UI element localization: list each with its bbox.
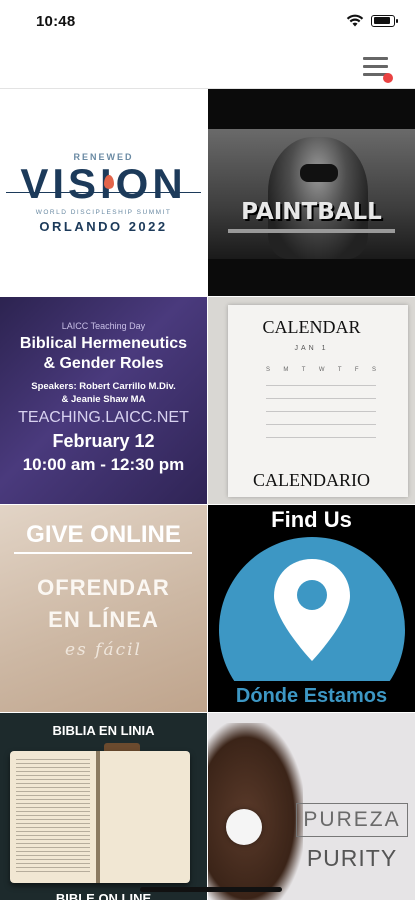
status-bar: 10:48 bbox=[0, 0, 415, 44]
laicc-date: February 12 bbox=[52, 431, 155, 451]
calendar-weekday-row: S M T W T F S bbox=[266, 367, 376, 380]
content-grid: RENEWED VISION WORLD DISCIPLESHIP SUMMIT… bbox=[0, 89, 415, 900]
find-us-label: Dónde Estamos bbox=[208, 681, 415, 712]
status-icons bbox=[346, 14, 398, 27]
app-header bbox=[0, 44, 415, 89]
paintball-title: PAINTBALL bbox=[241, 199, 382, 225]
paintball-player-image bbox=[268, 137, 368, 259]
laicc-speakers-line1: Speakers: Robert Carrillo M.Div. bbox=[31, 381, 176, 392]
laicc-speakers-line2: & Jeanie Shaw MA bbox=[61, 394, 146, 405]
calendar-days-image bbox=[266, 380, 376, 450]
wifi-icon bbox=[346, 14, 364, 27]
heart-stone-icon bbox=[226, 809, 262, 845]
laicc-event-label: LAICC Teaching Day bbox=[61, 321, 146, 331]
calendar-title: CALENDAR bbox=[262, 317, 361, 337]
find-us-title: Find Us bbox=[271, 507, 352, 532]
bible-spine bbox=[96, 751, 100, 883]
tile-paintball[interactable]: PAINTBALL bbox=[208, 89, 415, 296]
vision-summit-text: WORLD DISCIPLESHIP SUMMIT bbox=[35, 209, 172, 216]
laicc-url: TEACHING.LAICC.NET bbox=[18, 409, 189, 426]
tile-bible-online[interactable]: BIBLIA EN LINIA BIBLE ON LINE bbox=[0, 713, 207, 900]
tile-give-online[interactable]: GIVE ONLINE OFRENDAR EN LÍNEA es fácil bbox=[0, 505, 207, 712]
notification-badge bbox=[383, 73, 393, 83]
laicc-speakers: Speakers: Robert Carrillo M.Div. & Jeani… bbox=[0, 380, 207, 406]
bible-title: BIBLIA EN LINIA bbox=[52, 723, 155, 738]
hamburger-menu-icon[interactable] bbox=[363, 55, 393, 83]
paintball-mask-image bbox=[300, 164, 338, 182]
flame-icon bbox=[104, 175, 114, 189]
status-time: 10:48 bbox=[36, 13, 76, 30]
vision-location-text: ORLANDO 2022 bbox=[39, 219, 168, 234]
hands-image bbox=[208, 723, 303, 900]
purity-english: PURITY bbox=[306, 845, 398, 871]
give-spanish-line1: OFRENDAR bbox=[37, 575, 170, 600]
laicc-title-line2: & Gender Roles bbox=[43, 355, 164, 372]
calendar-grid: S M T W T F S bbox=[266, 367, 376, 450]
tile-purity[interactable]: PUREZA PURITY bbox=[208, 713, 415, 900]
give-spanish-line2: EN LÍNEA bbox=[48, 607, 159, 632]
laicc-title: Biblical Hermeneutics & Gender Roles bbox=[0, 334, 207, 374]
give-underline bbox=[14, 552, 192, 554]
weekday-label: S bbox=[371, 367, 376, 373]
give-easy-text: es fácil bbox=[64, 640, 142, 660]
weekday-label: W bbox=[318, 367, 325, 373]
vision-divider bbox=[6, 192, 201, 193]
purity-spanish: PUREZA bbox=[296, 803, 408, 837]
calendar-month: JAN 1 bbox=[294, 345, 329, 352]
calendar-subtitle: CALENDARIO bbox=[253, 470, 370, 490]
weekday-label: S bbox=[266, 367, 271, 373]
weekday-label: F bbox=[354, 367, 359, 373]
battery-icon bbox=[371, 14, 398, 27]
tile-find-us[interactable]: Find Us Dónde Estamos bbox=[208, 505, 415, 712]
home-indicator[interactable] bbox=[140, 887, 282, 892]
laicc-title-line1: Biblical Hermeneutics bbox=[19, 335, 188, 352]
tile-renewed-vision[interactable]: RENEWED VISION WORLD DISCIPLESHIP SUMMIT… bbox=[0, 89, 207, 296]
weekday-label: T bbox=[337, 367, 342, 373]
laicc-time: 10:00 am - 12:30 pm bbox=[22, 455, 185, 474]
bible-bottom-title: BIBLE ON LINE bbox=[55, 891, 152, 900]
weekday-label: T bbox=[301, 367, 306, 373]
give-title: GIVE ONLINE bbox=[26, 521, 181, 548]
tile-laicc-teaching-day[interactable]: LAICC Teaching Day Biblical Hermeneutics… bbox=[0, 297, 207, 504]
tile-calendar[interactable]: CALENDAR JAN 1 S M T W T F S CALENDARIO bbox=[208, 297, 415, 504]
map-pin-icon bbox=[274, 559, 350, 661]
paintball-strip bbox=[228, 229, 395, 233]
weekday-label: M bbox=[283, 367, 289, 373]
bible-text-lines bbox=[16, 759, 90, 875]
